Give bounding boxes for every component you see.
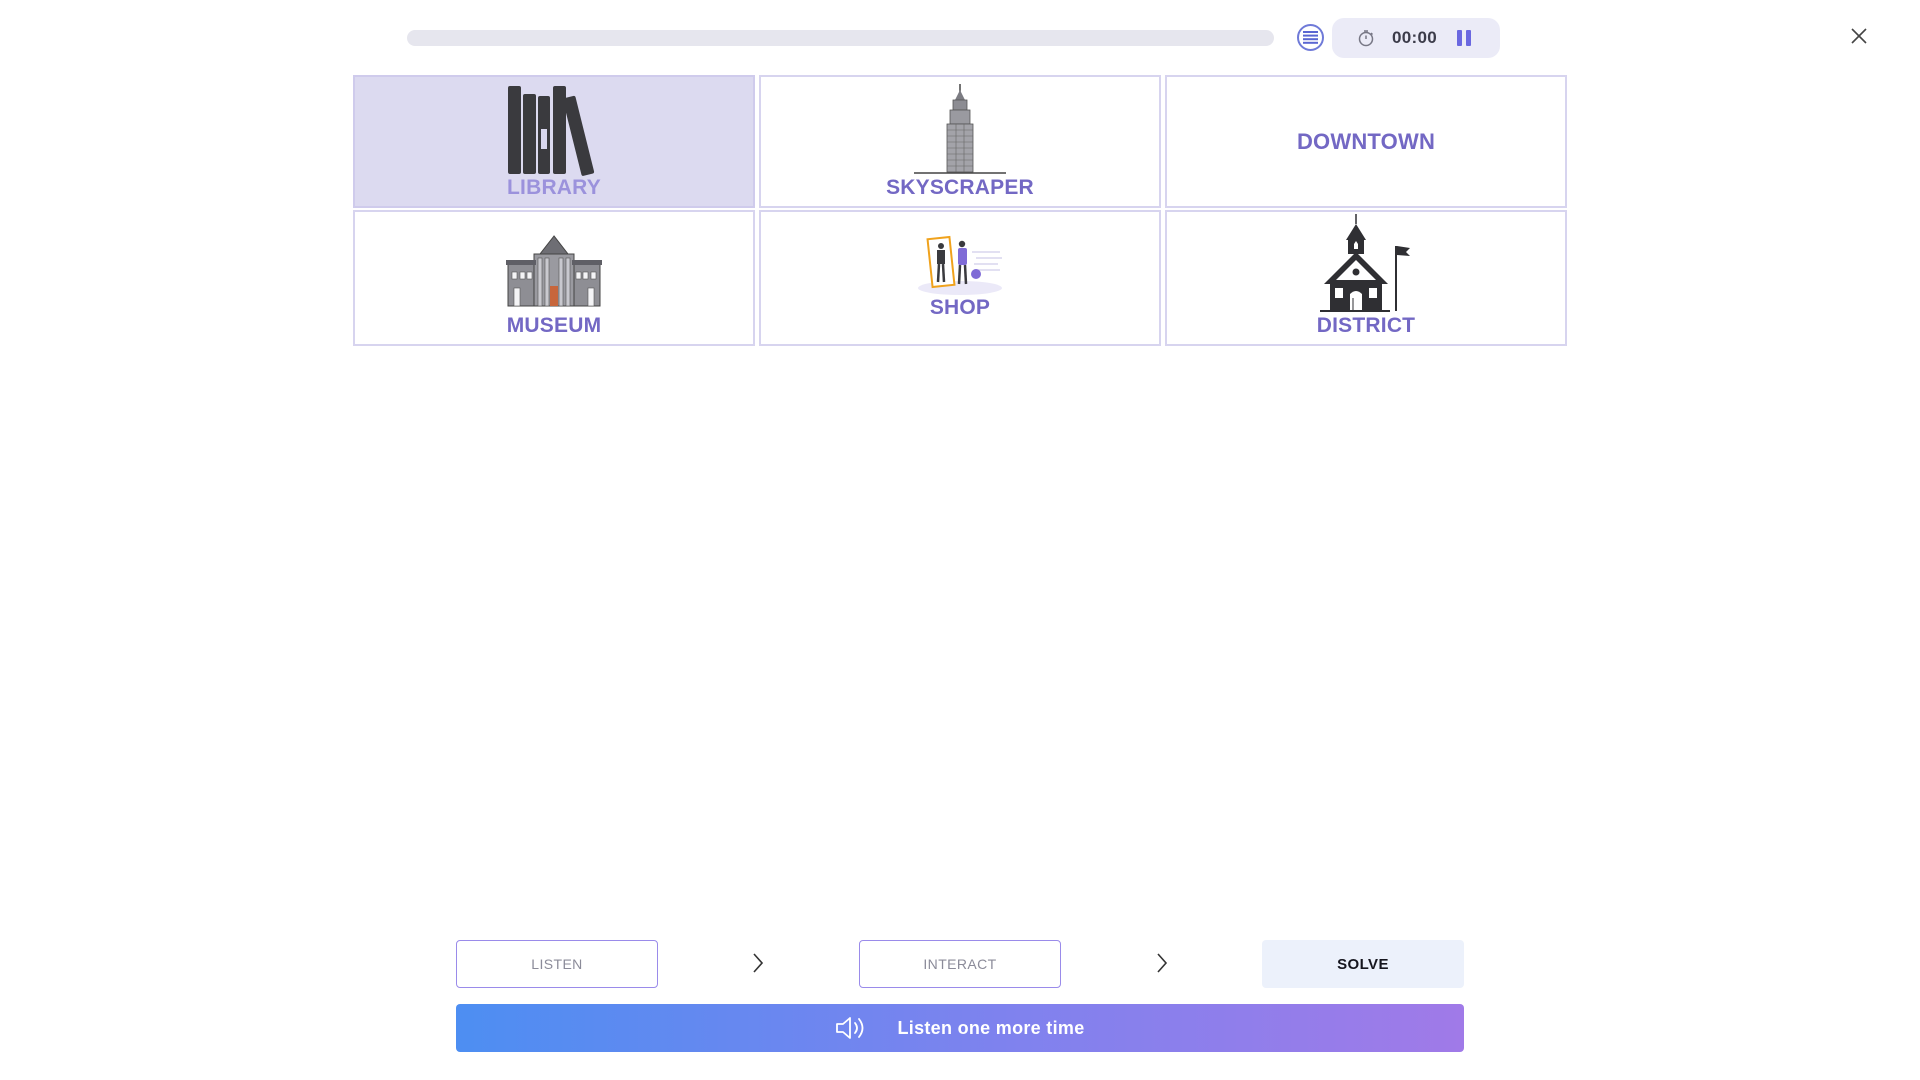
answer-grid: LIBRARY SKYSCRAPER DOWNTOWN MUSEUM SHOP … <box>353 75 1567 346</box>
stopwatch-icon <box>1356 28 1376 48</box>
card-district[interactable]: DISTRICT <box>1165 210 1567 346</box>
step-interact-button[interactable]: INTERACT <box>859 940 1061 988</box>
listen-again-label: Listen one more time <box>897 1017 1085 1038</box>
chevron-right-icon <box>753 953 764 973</box>
close-icon <box>1851 28 1867 44</box>
card-museum[interactable]: MUSEUM <box>353 210 755 346</box>
step-solve-button[interactable]: SOLVE <box>1262 940 1464 988</box>
timer-panel: 00:00 <box>1332 18 1500 58</box>
listen-again-button[interactable]: Listen one more time <box>456 1004 1464 1052</box>
menu-list-icon <box>1303 31 1318 44</box>
schoolhouse-icon <box>1320 212 1412 314</box>
step-listen-button[interactable]: LISTEN <box>456 940 658 988</box>
card-downtown[interactable]: DOWNTOWN <box>1165 75 1567 208</box>
shopping-people-icon <box>914 234 1006 296</box>
chevron-right-icon <box>1157 953 1168 973</box>
museum-building-icon <box>506 234 602 308</box>
pause-icon <box>1456 30 1462 46</box>
menu-list-button[interactable] <box>1297 24 1324 51</box>
books-icon <box>506 84 602 176</box>
card-label: SKYSCRAPER <box>886 176 1034 199</box>
skyscraper-icon <box>912 82 1008 176</box>
card-shop[interactable]: SHOP <box>759 210 1161 346</box>
card-label: MUSEUM <box>506 314 602 337</box>
close-button[interactable] <box>1847 24 1871 48</box>
card-library[interactable]: LIBRARY <box>353 75 755 208</box>
card-skyscraper[interactable]: SKYSCRAPER <box>759 75 1161 208</box>
card-label: SHOP <box>929 296 991 319</box>
progress-bar <box>407 30 1274 46</box>
card-label: DOWNTOWN <box>1296 128 1436 154</box>
speaker-icon <box>835 1015 867 1041</box>
card-label: LIBRARY <box>507 176 601 199</box>
card-label: DISTRICT <box>1316 314 1416 337</box>
pause-button[interactable] <box>1455 28 1473 48</box>
timer-value: 00:00 <box>1392 28 1437 47</box>
